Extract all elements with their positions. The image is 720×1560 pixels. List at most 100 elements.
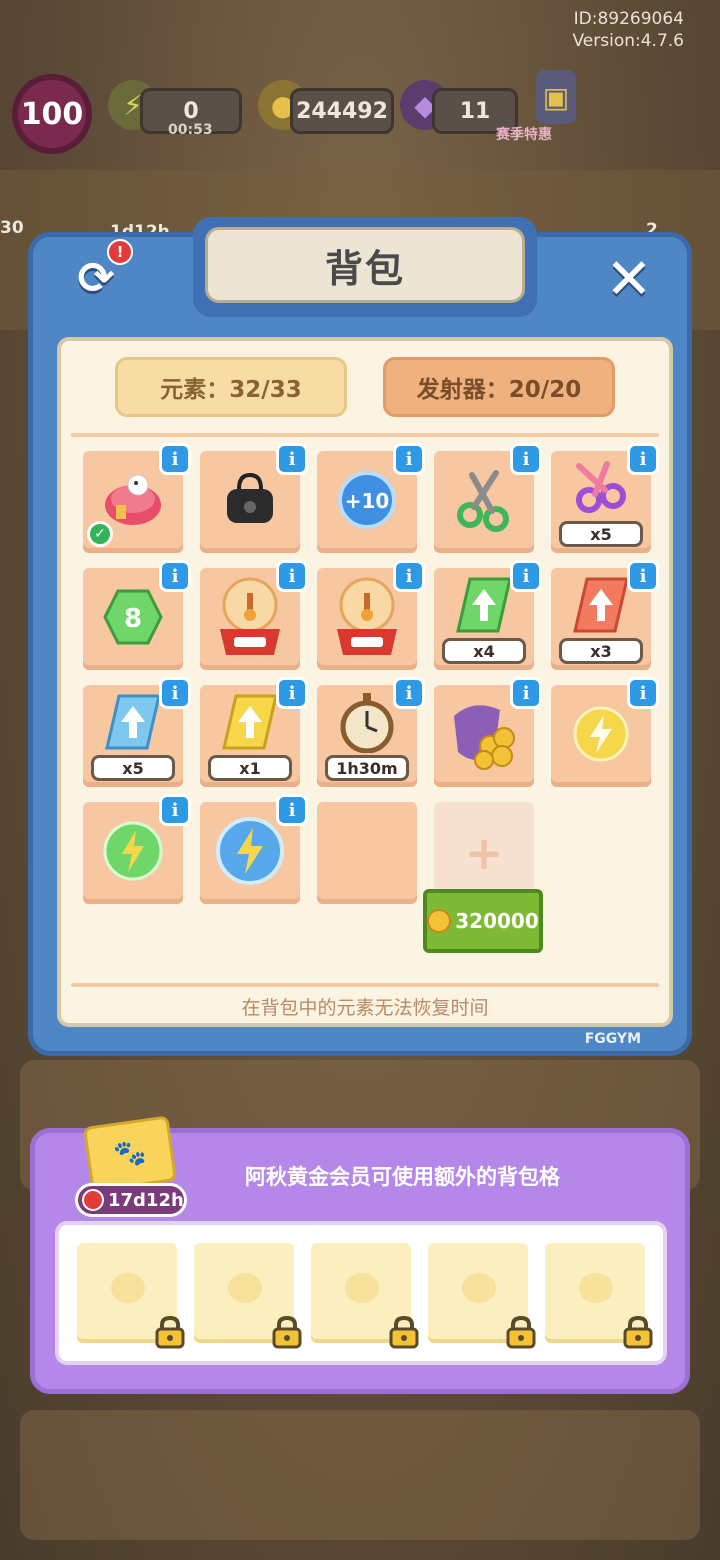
backpack-panel: 背包 ⟳ ! ✕ 元素：32/33 发射器：20/20 ✓ i i +10 i … xyxy=(28,217,692,1056)
paw-icon xyxy=(579,1273,613,1303)
paw-icon xyxy=(462,1273,496,1303)
info-icon[interactable]: i xyxy=(510,560,542,592)
plus-icon: + xyxy=(464,826,504,880)
info-icon[interactable]: i xyxy=(393,560,425,592)
backpack-footnote: 在背包中的元素无法恢复时间 xyxy=(241,997,489,1019)
member-timer-value: 17d12h xyxy=(108,1189,184,1211)
black-bag-icon xyxy=(217,467,283,533)
svg-text:8: 8 xyxy=(124,604,142,634)
info-icon[interactable]: i xyxy=(276,677,308,709)
coin-sack-icon xyxy=(444,696,524,772)
info-icon[interactable]: i xyxy=(276,794,308,826)
brand-label: FGGYM xyxy=(584,1031,641,1047)
plus-ten-label: +10 xyxy=(345,489,390,513)
energy-timer: 00:53 xyxy=(168,122,213,138)
divider xyxy=(71,433,659,437)
tab-elements-label: 元素：32/33 xyxy=(160,377,302,403)
inventory-slot[interactable]: i xyxy=(200,794,308,904)
lock-icon xyxy=(155,1315,185,1349)
left-counter: 30 xyxy=(0,218,24,238)
item-count: x1 xyxy=(208,755,292,781)
info-icon[interactable]: i xyxy=(276,443,308,475)
close-button[interactable]: ✕ xyxy=(599,247,659,312)
inventory-slot[interactable]: x3 i xyxy=(551,560,659,670)
inventory-slot[interactable]: x4 i xyxy=(434,560,542,670)
inventory-slot[interactable]: x5 i xyxy=(551,443,659,553)
info-icon[interactable]: i xyxy=(276,560,308,592)
inventory-slot[interactable]: i xyxy=(434,443,542,553)
backpack-content: 元素：32/33 发射器：20/20 ✓ i i +10 i i x5 i 8 … xyxy=(57,337,673,1027)
inventory-slot[interactable]: 1h30m i xyxy=(317,677,425,787)
info-icon[interactable]: i xyxy=(159,443,191,475)
info-icon[interactable]: i xyxy=(627,443,659,475)
inventory-slot[interactable]: x1 i xyxy=(200,677,308,787)
red-upgrade-card-icon xyxy=(573,577,629,633)
inventory-slot[interactable]: i xyxy=(317,560,425,670)
background-row xyxy=(20,1410,700,1540)
locked-slot[interactable] xyxy=(545,1243,653,1349)
tab-launchers-label: 发射器：20/20 xyxy=(416,377,582,403)
divider xyxy=(71,983,659,987)
inventory-slot[interactable]: i xyxy=(83,794,191,904)
version-label: Version:4.7.6 xyxy=(572,31,685,51)
title-plate: 背包 xyxy=(193,217,537,317)
locked-slots-area xyxy=(55,1221,667,1365)
empty-slot[interactable] xyxy=(317,802,417,904)
blue-energy-bubble-icon xyxy=(215,816,285,886)
info-icon[interactable]: i xyxy=(627,677,659,709)
lock-icon xyxy=(623,1315,653,1349)
yellow-energy-bubble-icon xyxy=(572,705,630,763)
member-description: 阿秋黄金会员可使用额外的背包格 xyxy=(245,1165,560,1189)
alert-badge: ! xyxy=(107,239,133,265)
plus-ten-bubble-icon: +10 xyxy=(336,469,398,531)
locked-slot[interactable] xyxy=(311,1243,419,1349)
gem-value: 11 xyxy=(459,98,491,124)
blue-upgrade-card-icon xyxy=(105,694,161,750)
locked-slot[interactable] xyxy=(428,1243,536,1349)
inventory-slot[interactable]: i xyxy=(200,560,308,670)
account-info: ID:89269064 Version:4.7.6 xyxy=(573,8,685,52)
inventory-slot[interactable]: +10 i xyxy=(317,443,425,553)
tab-launchers[interactable]: 发射器：20/20 xyxy=(383,357,615,417)
green-hexagon-gem-icon: 8 xyxy=(103,589,163,645)
lock-icon xyxy=(389,1315,419,1349)
green-upgrade-card-icon xyxy=(456,577,512,633)
info-icon[interactable]: i xyxy=(159,560,191,592)
purple-scissors-icon xyxy=(569,460,633,516)
member-timer: 17d12h xyxy=(75,1183,187,1217)
coin-counter[interactable]: 244492 xyxy=(290,88,394,134)
item-count: x3 xyxy=(559,638,643,664)
inventory-slot[interactable]: i xyxy=(551,677,659,787)
energy-value: 0 xyxy=(183,98,199,124)
gift-box-icon[interactable]: ▣ xyxy=(536,70,576,124)
info-icon[interactable]: i xyxy=(159,677,191,709)
green-energy-bubble-icon xyxy=(102,820,164,882)
inventory-slot[interactable]: 8 i xyxy=(83,560,191,670)
inventory-slot[interactable]: ✓ i xyxy=(83,443,191,553)
green-scissors-icon xyxy=(452,465,516,535)
title-plate-inner: 背包 xyxy=(205,227,525,303)
info-icon[interactable]: i xyxy=(159,794,191,826)
info-icon[interactable]: i xyxy=(393,677,425,709)
info-icon[interactable]: i xyxy=(510,443,542,475)
gold-member-panel: 🐾 17d12h 阿秋黄金会员可使用额外的背包格 xyxy=(30,1115,690,1394)
info-icon[interactable]: i xyxy=(393,443,425,475)
paw-icon xyxy=(228,1273,262,1303)
inventory-slot[interactable]: x5 i xyxy=(83,677,191,787)
locked-slot[interactable] xyxy=(194,1243,302,1349)
inventory-slot[interactable]: i xyxy=(200,443,308,553)
clock-icon xyxy=(82,1189,104,1211)
locked-slot[interactable] xyxy=(77,1243,185,1349)
stopwatch-icon xyxy=(337,691,397,753)
info-icon[interactable]: i xyxy=(510,677,542,709)
inventory-slot[interactable]: i xyxy=(434,677,542,787)
gold-card-icon: 🐾 xyxy=(82,1115,178,1193)
coin-icon xyxy=(427,909,452,933)
coin-value: 244492 xyxy=(296,98,388,124)
promo-label[interactable]: 赛季特惠 xyxy=(496,124,552,144)
buy-slot-button[interactable]: 320000 xyxy=(423,889,543,953)
item-count: x5 xyxy=(91,755,175,781)
level-badge[interactable]: 100 xyxy=(12,74,92,154)
info-icon[interactable]: i xyxy=(627,560,659,592)
tab-elements[interactable]: 元素：32/33 xyxy=(115,357,347,417)
